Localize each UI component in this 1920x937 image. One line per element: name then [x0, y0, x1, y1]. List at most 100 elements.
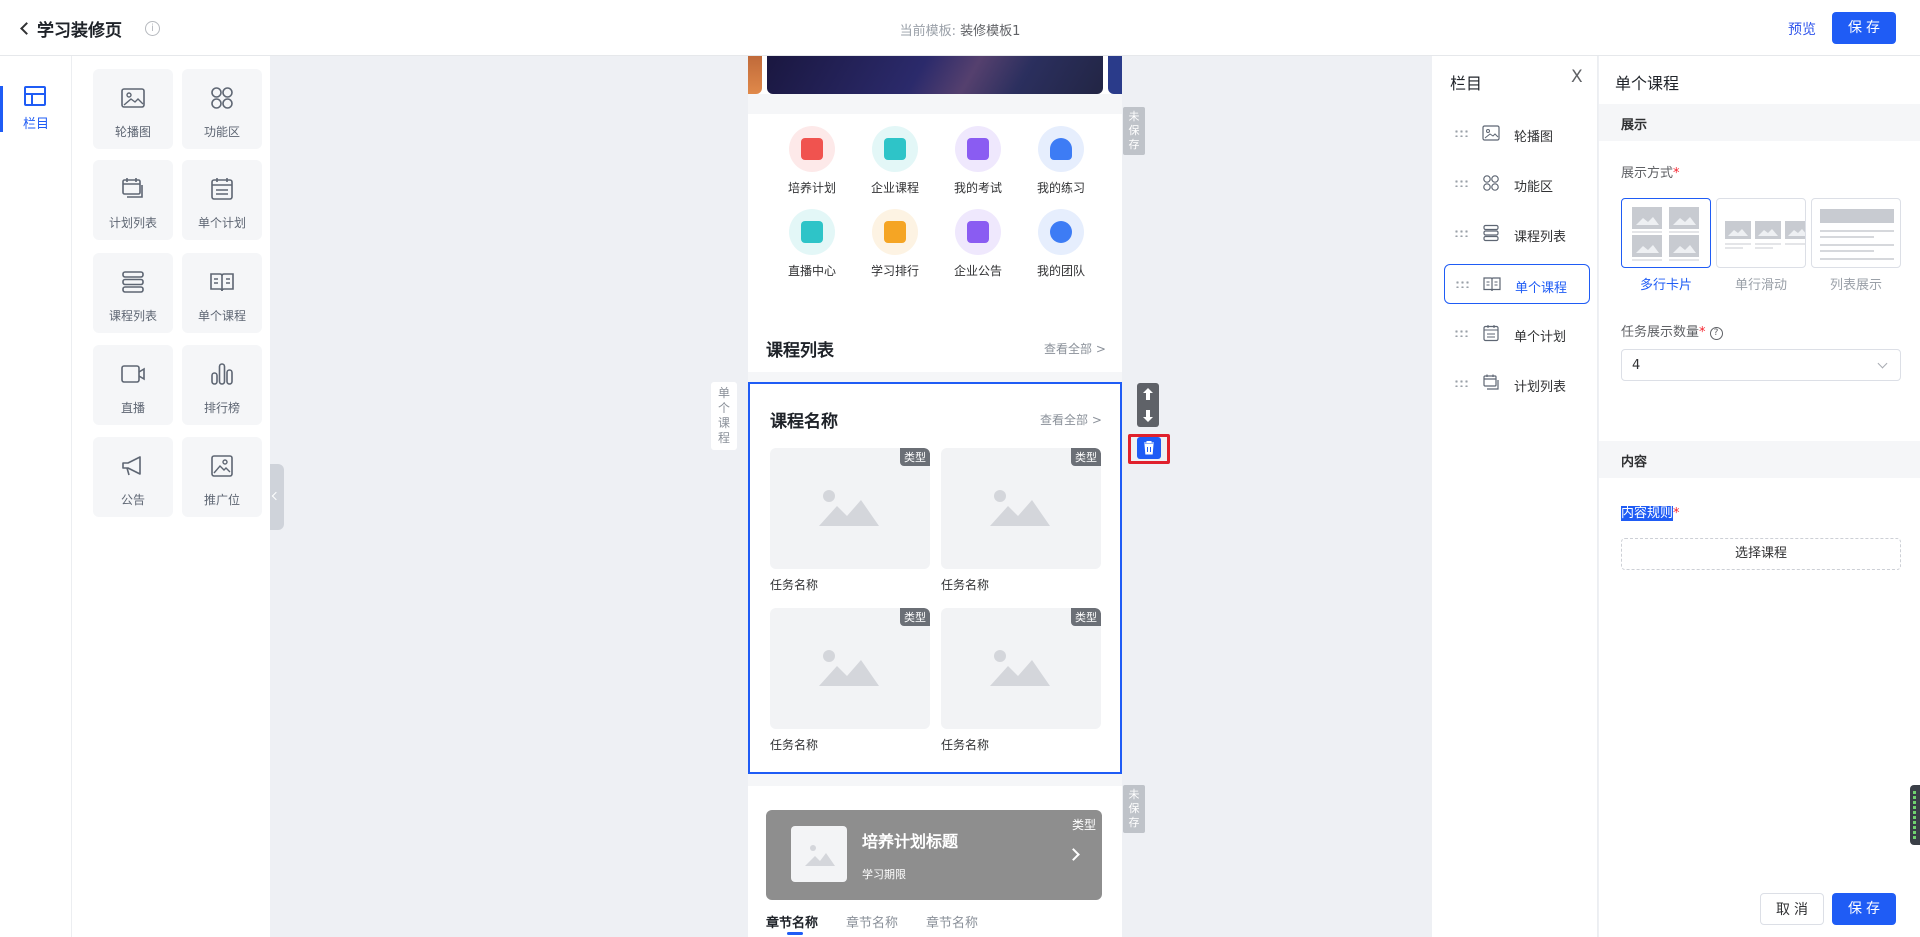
preview-link[interactable]: 预览	[1788, 19, 1816, 39]
drag-handle-icon[interactable]	[1454, 379, 1468, 387]
cancel-button[interactable]: 取消	[1760, 893, 1824, 925]
palette-item-single-plan[interactable]: 单个计划	[182, 160, 262, 240]
required-mark: *	[1699, 325, 1706, 340]
arrow-down-icon	[1143, 410, 1153, 422]
chapter-tab[interactable]: 章节名称	[766, 912, 818, 931]
display-mode-multi-row-card[interactable]	[1621, 198, 1711, 268]
carousel-section[interactable]	[748, 56, 1122, 94]
delete-button[interactable]	[1137, 437, 1161, 459]
palette-item-live[interactable]: 直播	[93, 345, 173, 425]
display-mode-list[interactable]	[1811, 198, 1901, 268]
function-item[interactable]: 我的练习	[1025, 126, 1095, 202]
course-card[interactable]: 类型	[770, 448, 930, 569]
column-item-single-course[interactable]: 单个课程	[1444, 264, 1590, 304]
chapter-tab-indicator	[787, 932, 803, 935]
panel-save-button[interactable]: 保存	[1832, 893, 1896, 925]
team-icon	[1050, 221, 1072, 243]
course-card[interactable]: 类型	[941, 448, 1101, 569]
collapse-palette-handle[interactable]	[270, 464, 284, 530]
drag-handle-icon[interactable]	[1454, 179, 1468, 187]
palette-item-plan-list[interactable]: 计划列表	[93, 160, 173, 240]
chapter-tab[interactable]: 章节名称	[926, 912, 978, 931]
task-count-select[interactable]: 4	[1621, 349, 1901, 381]
bar-chart-icon	[211, 363, 233, 385]
column-panel: 栏目 X 轮播图 功能区 课程列表 单个课程 单个计划 计划列表	[1432, 56, 1598, 937]
function-item[interactable]: 企业公告	[942, 209, 1012, 285]
palette-item-carousel[interactable]: 轮播图	[93, 69, 173, 149]
course-card[interactable]: 类型	[770, 608, 930, 729]
trash-icon	[1144, 441, 1154, 455]
image-placeholder-icon	[819, 650, 879, 686]
type-badge: 类型	[900, 448, 930, 466]
book-icon	[1483, 277, 1501, 292]
content-rule-label: 内容规则*	[1621, 502, 1680, 521]
display-mode-label[interactable]: 多行卡片	[1621, 274, 1711, 293]
task-count-label-text: 任务展示数量	[1621, 325, 1700, 340]
save-button[interactable]: 保存	[1832, 12, 1896, 44]
function-item[interactable]: 我的团队	[1025, 209, 1095, 285]
function-label: 我的团队	[1036, 264, 1085, 278]
column-item-label: 轮播图	[1514, 130, 1554, 145]
course-card[interactable]: 类型	[941, 608, 1101, 729]
function-item[interactable]: 企业课程	[859, 126, 929, 202]
view-all-link[interactable]: 查看全部 >	[1044, 340, 1106, 357]
info-icon[interactable]: i	[145, 21, 160, 36]
palette-item-promotion[interactable]: 推广位	[182, 437, 262, 517]
palette-item-single-course[interactable]: 单个课程	[182, 253, 262, 333]
single-plan-section[interactable]: 培养计划标题 学习期限 类型 章节名称 章节名称 章节名称	[748, 786, 1122, 937]
palette-item-ranking[interactable]: 排行榜	[182, 345, 262, 425]
palette-item-announcement[interactable]: 公告	[93, 437, 173, 517]
choose-course-button[interactable]: 选择课程	[1621, 538, 1901, 570]
display-mode-label[interactable]: 单行滑动	[1716, 274, 1806, 293]
back-button[interactable]: 学习装修页	[20, 16, 122, 41]
column-item-course-list[interactable]: 课程列表	[1444, 214, 1590, 254]
palette-item-label: 轮播图	[114, 125, 151, 139]
function-item[interactable]: 学习排行	[859, 209, 929, 285]
course-list-section[interactable]: 课程列表 查看全部 >	[748, 320, 1122, 372]
section-title: 课程名称	[770, 412, 838, 432]
column-item-carousel[interactable]: 轮播图	[1444, 114, 1590, 154]
chapter-tab[interactable]: 章节名称	[846, 912, 898, 931]
palette-item-function-area[interactable]: 功能区	[182, 69, 262, 149]
function-item[interactable]: 直播中心	[776, 209, 846, 285]
practice-icon	[1050, 138, 1072, 160]
function-label: 企业课程	[870, 181, 919, 195]
type-badge: 类型	[1071, 818, 1096, 832]
column-item-label: 课程列表	[1514, 230, 1567, 245]
close-icon[interactable]: X	[1571, 67, 1583, 87]
display-mode-label[interactable]: 列表展示	[1811, 274, 1901, 293]
drag-handle-icon[interactable]	[1454, 229, 1468, 237]
course-icon	[884, 138, 906, 160]
drag-handle-icon[interactable]	[1455, 280, 1469, 288]
plan-card[interactable]: 培养计划标题 学习期限 类型	[766, 810, 1102, 900]
floating-side-widget[interactable]	[1910, 785, 1920, 845]
display-mode-single-row-scroll[interactable]	[1716, 198, 1806, 268]
carousel-prev-slide	[748, 56, 762, 94]
palette-item-label: 排行榜	[203, 401, 240, 415]
column-item-function-area[interactable]: 功能区	[1444, 164, 1590, 204]
palette-item-course-list[interactable]: 课程列表	[93, 253, 173, 333]
move-down-button[interactable]	[1137, 405, 1159, 427]
announcement-icon	[967, 221, 989, 243]
palette-item-label: 单个计划	[197, 216, 246, 230]
move-up-button[interactable]	[1137, 383, 1159, 405]
nav-item-columns[interactable]: 栏目	[0, 86, 72, 132]
function-item[interactable]: 我的考试	[942, 126, 1012, 202]
drag-handle-icon[interactable]	[1454, 329, 1468, 337]
single-course-section[interactable]: 课程名称 查看全部 > 类型 任务名称 类型 任务名称 类型 任务名称 类型 任…	[748, 382, 1122, 774]
column-item-plan-list[interactable]: 计划列表	[1444, 364, 1590, 404]
column-item-single-plan[interactable]: 单个计划	[1444, 314, 1590, 354]
help-icon[interactable]: ?	[1709, 327, 1723, 340]
image-placeholder-icon	[819, 490, 879, 526]
template-label: 当前模板:	[899, 24, 956, 39]
function-item[interactable]: 培养计划	[776, 126, 846, 202]
view-all-link[interactable]: 查看全部 >	[1040, 411, 1102, 428]
panel-title: 栏目	[1450, 74, 1483, 93]
image-placeholder-icon	[990, 650, 1050, 686]
palette-item-label: 推广位	[203, 493, 240, 507]
megaphone-icon	[122, 456, 141, 476]
ranking-icon	[884, 221, 906, 243]
grid-icon	[211, 87, 233, 109]
drag-handle-icon[interactable]	[1454, 129, 1468, 137]
left-nav: 栏目	[0, 56, 72, 937]
